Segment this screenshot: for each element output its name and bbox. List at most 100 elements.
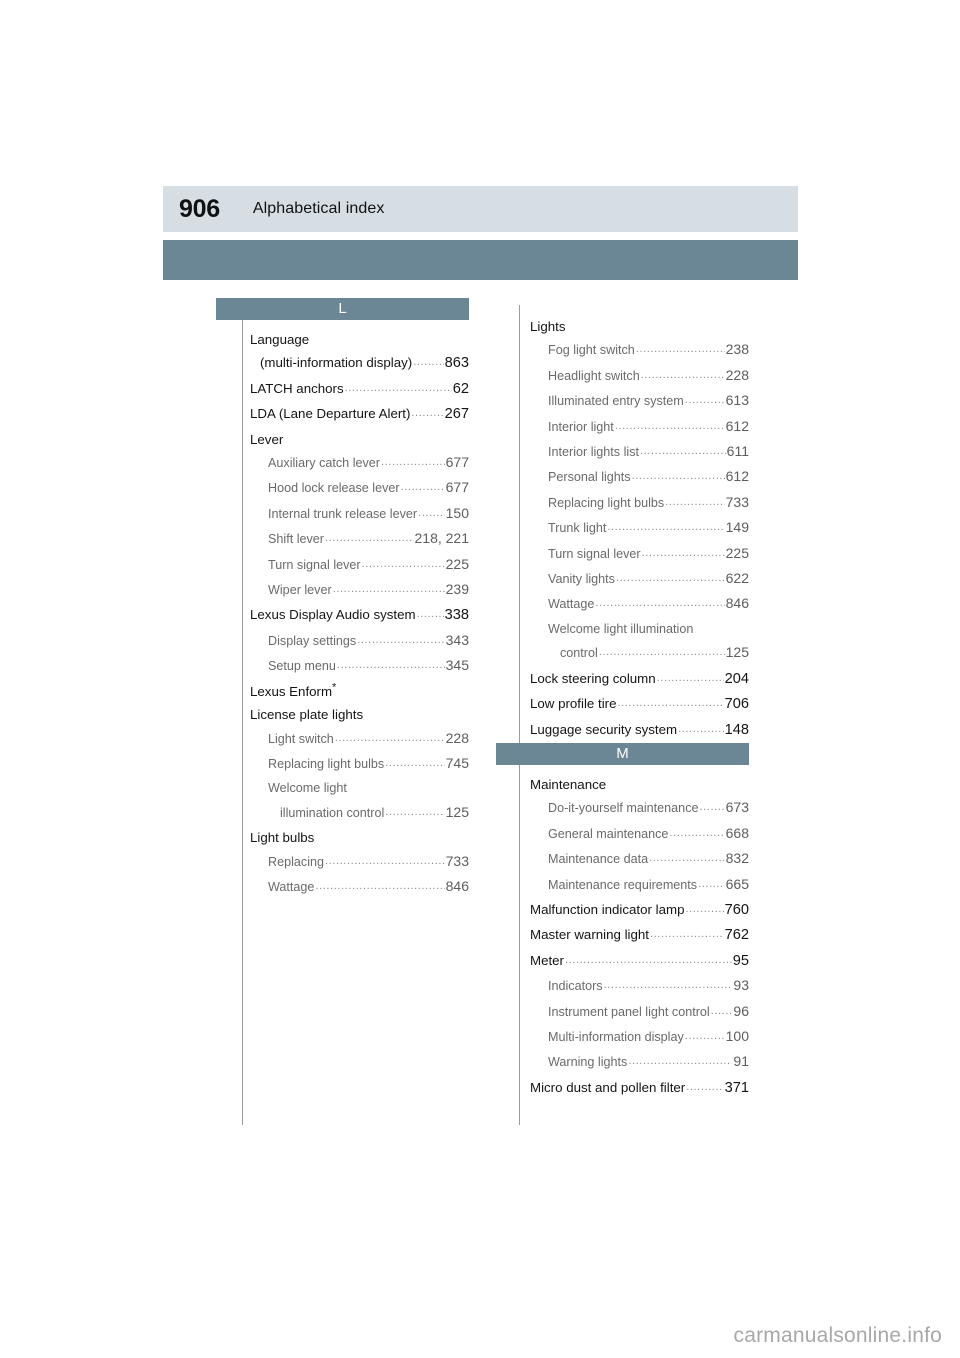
index-entry-page-number: 863	[444, 355, 469, 372]
index-entry: Fog light switch........................…	[496, 338, 749, 363]
index-entry: Luggage security system.................…	[496, 718, 749, 743]
leader-dots: ........................................…	[416, 608, 444, 621]
index-entry-page-number: 611	[726, 443, 749, 460]
index-entry-label: Master warning light	[530, 927, 649, 943]
leader-dots: ........................................…	[685, 902, 724, 915]
index-entry-page-number: 706	[724, 696, 749, 713]
index-entry-label: Internal trunk release lever	[268, 506, 418, 521]
index-entry-label: Lock steering column	[530, 670, 656, 686]
index-entry: Meter...................................…	[496, 949, 749, 974]
leader-dots: ........................................…	[607, 521, 725, 534]
index-entry: Light switch............................…	[216, 727, 469, 752]
index-entry-label: Shift lever	[268, 532, 324, 547]
leader-dots: ........................................…	[325, 532, 414, 545]
index-entry-label: LATCH anchors	[250, 380, 344, 396]
index-entry-page-number: 91	[733, 1053, 749, 1070]
index-entry: Indicators..............................…	[496, 974, 749, 999]
index-entry-label: Light switch	[268, 731, 334, 746]
leader-dots: ........................................…	[686, 1080, 724, 1093]
index-entry-page-number: 95	[732, 952, 749, 969]
index-entry-label: Welcome light	[268, 781, 347, 796]
index-entry-page-number: 733	[725, 493, 749, 510]
index-entry-label: Replacing light bulbs	[268, 756, 385, 771]
index-entry-label: Lever	[250, 431, 284, 447]
index-entry-label: Replacing	[268, 854, 325, 869]
decorative-accent-band	[163, 240, 798, 280]
leader-dots: ........................................…	[565, 953, 732, 966]
index-entry-label: Luggage security system	[530, 721, 678, 737]
page-number: 906	[179, 194, 220, 223]
index-entry: License plate lights....................…	[216, 703, 469, 726]
index-entry-label: Display settings	[268, 633, 357, 648]
index-entry-page-number: 239	[445, 581, 469, 598]
leader-dots: ........................................…	[617, 697, 724, 710]
leader-dots: ........................................…	[361, 557, 445, 570]
leader-dots: ........................................…	[684, 1029, 725, 1042]
leader-dots: ........................................…	[699, 801, 725, 814]
index-entry: Language................................…	[216, 328, 469, 351]
leader-dots: ........................................…	[641, 546, 725, 559]
index-entry-label: Replacing light bulbs	[548, 495, 665, 510]
index-entry: Lexus Display Audio system..............…	[216, 603, 469, 628]
leader-dots: ........................................…	[649, 852, 725, 865]
index-entry-page-number: 371	[724, 1079, 749, 1096]
index-entry: LATCH anchors...........................…	[216, 377, 469, 402]
page-header-band: 906 Alphabetical index	[163, 186, 798, 232]
index-entry-label: Micro dust and pollen filter	[530, 1079, 686, 1095]
leader-dots: ........................................…	[614, 419, 725, 432]
index-entry-label: Warning lights	[548, 1055, 628, 1070]
leader-dots: ........................................…	[334, 731, 445, 744]
leader-dots: ........................................…	[710, 1004, 733, 1017]
index-entry-page-number: 204	[724, 670, 749, 687]
index-entry-page-number: 673	[725, 799, 749, 816]
index-entry: Wattage.................................…	[216, 875, 469, 900]
leader-dots: ........................................…	[615, 572, 725, 585]
index-entry-page-number: 846	[725, 595, 749, 612]
leader-dots: ........................................…	[598, 646, 725, 659]
index-entry: LDA (Lane Departure Alert)..............…	[216, 402, 469, 427]
index-entry: Welcome light illumination..............…	[496, 618, 749, 641]
leader-dots: ........................................…	[411, 407, 443, 420]
index-entry-page-number: 218, 221	[414, 530, 470, 547]
index-entry-label: Multi-information display	[548, 1029, 684, 1044]
index-entry: Display settings........................…	[216, 629, 469, 654]
index-entry-label: Wattage	[268, 879, 315, 894]
index-entry-page-number: 96	[733, 1002, 749, 1019]
index-entry-label: Maintenance requirements	[548, 877, 698, 892]
index-entry-page-number: 622	[725, 570, 749, 587]
index-entry: Instrument panel light control..........…	[496, 1000, 749, 1025]
index-entry-label: Welcome light illumination	[548, 621, 694, 636]
index-entry-page-number: 267	[444, 406, 469, 423]
index-entry: Replacing...............................…	[216, 850, 469, 875]
index-entry-page-number: 745	[445, 754, 469, 771]
index-entry-page-number: 677	[445, 479, 469, 496]
index-entry: Low profile tire........................…	[496, 692, 749, 717]
index-entry: General maintenance.....................…	[496, 822, 749, 847]
index-entry-page-number: 338	[444, 607, 469, 624]
index-entry-label: Wiper lever	[268, 583, 332, 598]
index-entry: Auxiliary catch lever...................…	[216, 451, 469, 476]
index-entry-label: Meter	[530, 952, 564, 968]
index-entry-label: Instrument panel light control	[548, 1004, 710, 1019]
leader-dots: ........................................…	[595, 597, 724, 610]
index-entry: Lock steering column....................…	[496, 667, 749, 692]
index-entry-label: Interior lights list	[548, 445, 639, 460]
index-entry-page-number: 345	[445, 657, 469, 674]
leader-dots: ........................................…	[315, 879, 444, 892]
page-title: Alphabetical index	[252, 200, 385, 217]
index-entry-label: Trunk light	[548, 521, 607, 536]
index-entry-label: Maintenance	[530, 776, 607, 792]
index-entry: Maintenance data........................…	[496, 847, 749, 872]
index-entry-page-number: 677	[445, 454, 469, 471]
index-entry-label: Malfunction indicator lamp	[530, 901, 685, 917]
leader-dots: ........................................…	[635, 343, 725, 356]
section-letter-header: M	[496, 742, 749, 765]
index-entry: Replacing light bulbs...................…	[216, 752, 469, 777]
index-entry-label: Low profile tire	[530, 696, 617, 712]
index-entry-label: Lexus Display Audio system	[250, 607, 416, 623]
index-entry-label: Hood lock release lever	[268, 481, 400, 496]
index-entry-label: Personal lights	[548, 470, 631, 485]
index-entry-label: Light bulbs	[250, 830, 315, 846]
index-entry: Setup menu..............................…	[216, 654, 469, 679]
